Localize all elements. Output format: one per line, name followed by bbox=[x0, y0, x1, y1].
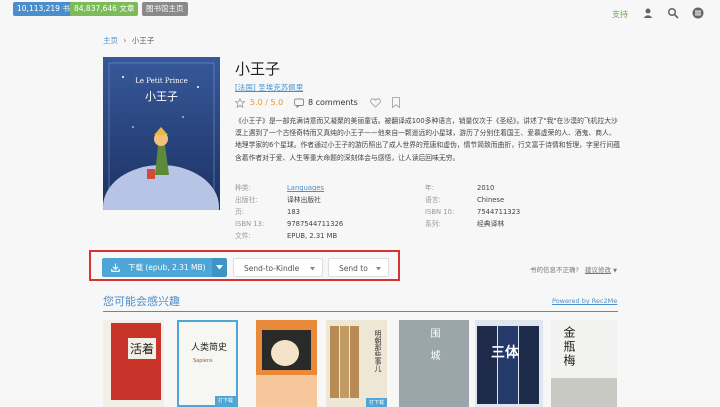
property-value: 2010 bbox=[477, 184, 495, 192]
property-value: EPUB, 2.31 MB bbox=[287, 232, 338, 240]
property-key: 年: bbox=[425, 184, 435, 192]
recommended-book[interactable]: 活着 bbox=[103, 320, 164, 407]
book-title-text: 活着 bbox=[128, 338, 157, 359]
recommended-book[interactable]: 人类简史 Sapiens 打下载 bbox=[177, 320, 238, 407]
recommended-book[interactable]: 围城 bbox=[399, 320, 469, 407]
recommend-title: 您可能会感兴趣 bbox=[103, 295, 180, 308]
download-icon bbox=[111, 263, 120, 272]
breadcrumb-separator: › bbox=[123, 36, 127, 45]
comment-icon[interactable] bbox=[294, 98, 304, 108]
send-to-button[interactable]: Send to bbox=[328, 258, 389, 277]
property-row: 出版社: 译林出版社 bbox=[235, 195, 321, 206]
book-description: 《小王子》是一部充满诗意而又凝聚的美丽童话。被翻译成100多种语言，销量仅次于《… bbox=[235, 117, 620, 162]
property-value: 7544711323 bbox=[477, 208, 521, 216]
book-subtitle-text: Sapiens bbox=[193, 358, 213, 364]
download-label: 下载 (epub, 2.31 MB) bbox=[128, 263, 206, 272]
caret-down-icon bbox=[216, 265, 223, 270]
star-icon[interactable] bbox=[235, 98, 245, 108]
book-title-text: 围城 bbox=[428, 328, 439, 372]
rating-row: 5.0 / 5.0 8 comments bbox=[235, 97, 435, 109]
property-key: 文件: bbox=[235, 232, 251, 240]
suggest-edit-link[interactable]: 建议修改 bbox=[585, 266, 611, 274]
recommended-book[interactable]: 金瓶梅 bbox=[551, 320, 617, 407]
powered-by-link[interactable]: Powered by Rec2Me bbox=[552, 297, 617, 305]
book-cover[interactable]: Le Petit Prince 小王子 bbox=[103, 57, 220, 210]
wrong-info-row: 书的信息不正确? 建议修改 ▼ bbox=[530, 264, 617, 274]
property-row: 年: 2010 bbox=[425, 183, 494, 194]
property-row: 文件: EPUB, 2.31 MB bbox=[235, 231, 337, 242]
property-value: Chinese bbox=[477, 196, 505, 204]
breadcrumb-current: 小王子 bbox=[131, 36, 155, 45]
book-author-link[interactable]: [法国] 圣埃克苏佩里 bbox=[235, 82, 303, 93]
recommended-book[interactable]: 明朝那些事儿 打下载 bbox=[326, 320, 387, 407]
top-bar: 10,113,219 书 84,837,646 文章 图书馆主页 支持 bbox=[0, 0, 720, 28]
property-key: 出版社: bbox=[235, 196, 258, 204]
property-value: 经典译林 bbox=[477, 220, 505, 228]
property-key: 语言: bbox=[425, 196, 441, 204]
property-key: 页: bbox=[235, 208, 245, 216]
library-home-badge[interactable]: 图书馆主页 bbox=[142, 2, 188, 16]
recommended-book[interactable] bbox=[256, 320, 317, 407]
property-row: ISBN 13: 9787544711326 bbox=[235, 219, 343, 230]
book-title-text: 金瓶梅 bbox=[562, 326, 576, 368]
download-dropdown-button[interactable] bbox=[212, 258, 227, 277]
property-value: 183 bbox=[287, 208, 300, 216]
book-title-text: 三体 bbox=[491, 345, 519, 361]
download-tag[interactable]: 打下载 bbox=[365, 398, 387, 407]
caret-down-icon: ▼ bbox=[613, 268, 617, 274]
property-value: 译林出版社 bbox=[287, 196, 321, 204]
breadcrumb-home[interactable]: 主页 bbox=[103, 36, 118, 45]
property-row: 系列: 经典译林 bbox=[425, 219, 504, 230]
support-link[interactable]: 支持 bbox=[612, 9, 628, 20]
property-key: 系列: bbox=[425, 220, 441, 228]
wrong-info-text: 书的信息不正确? bbox=[530, 266, 579, 274]
books-count-badge[interactable]: 10,113,219 书 bbox=[13, 2, 74, 16]
send-to-kindle-label: Send-to-Kindle bbox=[244, 264, 300, 273]
property-row: 页: 183 bbox=[235, 207, 300, 218]
recommended-book[interactable]: 三体 bbox=[475, 320, 543, 407]
property-row: ISBN 10: 7544711323 bbox=[425, 207, 520, 218]
user-icon[interactable] bbox=[642, 7, 654, 19]
send-to-label: Send to bbox=[339, 264, 368, 273]
category-link[interactable]: Languages bbox=[287, 184, 324, 192]
download-button[interactable]: 下载 (epub, 2.31 MB) bbox=[102, 258, 212, 277]
book-title-text: 人类简史 bbox=[191, 343, 228, 353]
property-key: ISBN 13: bbox=[235, 220, 265, 228]
property-key: ISBN 10: bbox=[425, 208, 455, 216]
send-to-kindle-button[interactable]: Send-to-Kindle bbox=[233, 258, 323, 277]
book-title: 小王子 bbox=[235, 60, 281, 78]
property-row: 种类: Languages bbox=[235, 183, 324, 194]
property-key: 种类: bbox=[235, 184, 251, 192]
cover-subtitle: Le Petit Prince bbox=[135, 77, 188, 85]
chevron-down-icon bbox=[376, 267, 381, 271]
section-divider bbox=[103, 311, 618, 312]
heart-icon[interactable] bbox=[370, 98, 381, 108]
menu-icon[interactable] bbox=[692, 7, 704, 19]
chevron-down-icon bbox=[310, 267, 315, 271]
cover-title: 小王子 bbox=[145, 90, 178, 103]
book-title-text: 明朝那些事儿 bbox=[374, 330, 382, 372]
download-tag[interactable]: 打下载 bbox=[214, 396, 236, 405]
bookmark-icon[interactable] bbox=[392, 97, 400, 108]
breadcrumb: 主页 › 小王子 bbox=[103, 35, 154, 46]
comments-count[interactable]: 8 comments bbox=[308, 98, 358, 107]
property-row: 语言: Chinese bbox=[425, 195, 504, 206]
articles-count-badge[interactable]: 84,837,646 文章 bbox=[70, 2, 139, 16]
rating-value: 5.0 / 5.0 bbox=[250, 98, 284, 107]
search-icon[interactable] bbox=[667, 7, 679, 19]
property-value: 9787544711326 bbox=[287, 220, 344, 228]
